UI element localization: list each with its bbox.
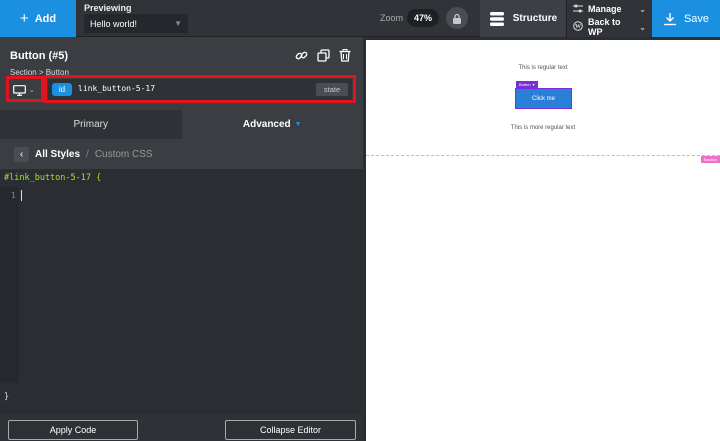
- element-actions: [293, 47, 353, 63]
- code-open-line: #link_button-5-17 {: [4, 173, 102, 183]
- back-to-wp-menu[interactable]: W Back to WP ⌄: [567, 17, 652, 37]
- lock-icon: [453, 13, 461, 24]
- plus-icon: +: [19, 10, 29, 27]
- lock-button[interactable]: [446, 7, 468, 29]
- structure-label: Structure: [512, 13, 558, 24]
- preview-page-select[interactable]: Hello world! ▼: [84, 14, 188, 33]
- add-button-label: Add: [34, 12, 57, 25]
- link-icon[interactable]: [293, 47, 309, 63]
- button-tag-label: Button: [519, 82, 531, 87]
- panel-tabs: Primary Advanced ▼: [0, 110, 363, 139]
- save-label: Save: [683, 12, 710, 25]
- tab-primary[interactable]: Primary: [0, 110, 182, 139]
- structure-button[interactable]: Structure: [480, 0, 566, 37]
- chevron-down-icon: ⌄: [639, 4, 646, 14]
- zoom-label: Zoom: [380, 13, 404, 23]
- svg-text:W: W: [575, 24, 581, 30]
- chevron-down-icon: ⌄: [639, 22, 646, 32]
- highlight-box-selector: [44, 75, 356, 103]
- style-breadcrumb: ‹ All Styles / Custom CSS: [0, 139, 363, 169]
- properties-panel: Button (#5) Section > Button ⌄ id link_b…: [0, 37, 363, 441]
- add-button[interactable]: + Add: [0, 0, 76, 37]
- tab-advanced-label: Advanced: [242, 119, 291, 130]
- manage-group: Manage ⌄ W Back to WP ⌄: [566, 0, 652, 37]
- zoom-value[interactable]: 47%: [407, 9, 439, 27]
- caret-down-icon: ▼: [294, 121, 302, 128]
- highlight-box-device: [6, 76, 44, 102]
- apply-code-button[interactable]: Apply Code: [8, 420, 138, 440]
- download-icon: [663, 12, 676, 25]
- button-element-tag[interactable]: Button ▾: [516, 81, 538, 88]
- chevron-down-icon: ▼: [174, 19, 182, 28]
- preview-canvas[interactable]: This is regular text Button ▾ Click me T…: [366, 40, 720, 441]
- canvas-text-top[interactable]: This is regular text: [366, 65, 720, 71]
- trash-icon[interactable]: [337, 47, 353, 63]
- line-number: 1: [11, 191, 16, 200]
- previewing-label: Previewing: [84, 3, 132, 13]
- duplicate-icon[interactable]: [315, 47, 331, 63]
- text-cursor: [21, 190, 22, 201]
- back-button[interactable]: ‹: [14, 146, 29, 162]
- breadcrumb-separator: /: [86, 148, 89, 160]
- canvas-button[interactable]: Click me: [515, 88, 572, 109]
- tab-primary-label: Primary: [73, 119, 108, 130]
- css-code-editor[interactable]: #link_button-5-17 { 1 } Apply Code Colla…: [0, 169, 363, 441]
- manage-label: Manage: [588, 4, 622, 14]
- save-button[interactable]: Save: [652, 0, 720, 37]
- custom-css-crumb: Custom CSS: [94, 148, 153, 160]
- section-outline: [366, 155, 720, 156]
- code-close-line: }: [4, 392, 10, 402]
- sliders-icon: [573, 4, 583, 15]
- top-toolbar: + Add Previewing Hello world! ▼ Zoom 47%…: [0, 0, 720, 37]
- tab-advanced[interactable]: Advanced ▼: [181, 110, 363, 139]
- preview-page-value: Hello world!: [90, 18, 138, 29]
- manage-menu[interactable]: Manage ⌄: [567, 0, 652, 18]
- element-title: Button (#5): [10, 50, 69, 62]
- all-styles-link[interactable]: All Styles: [35, 149, 80, 160]
- panel-header: Button (#5) Section > Button ⌄ id link_b…: [0, 37, 363, 110]
- structure-icon: [489, 11, 504, 26]
- editor-gutter: [0, 187, 19, 383]
- canvas-text-bottom[interactable]: This is more regular text: [366, 125, 720, 131]
- chevron-left-icon: ‹: [19, 148, 24, 160]
- collapse-editor-button[interactable]: Collapse Editor: [225, 420, 356, 440]
- wordpress-icon: W: [573, 21, 583, 33]
- caret-down-icon: ▾: [532, 82, 535, 87]
- back-to-wp-label: Back to WP: [588, 17, 621, 37]
- section-tag[interactable]: Section: [700, 156, 720, 163]
